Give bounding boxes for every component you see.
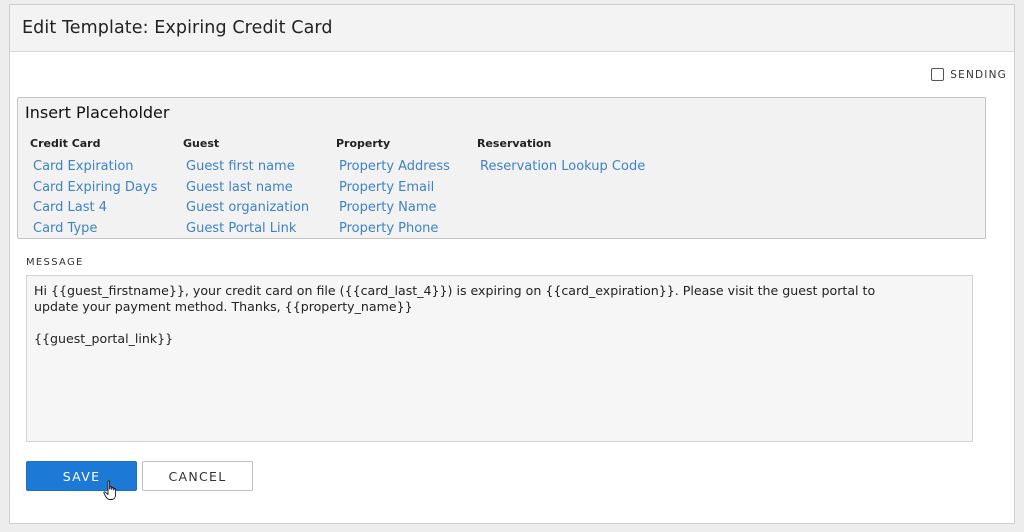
sending-toggle[interactable]: SENDING xyxy=(931,68,1007,81)
placeholder-link[interactable]: Card Expiring Days xyxy=(30,178,157,199)
placeholder-link[interactable]: Guest first name xyxy=(183,157,309,178)
placeholder-link[interactable]: Property Email xyxy=(336,178,450,199)
placeholder-column-credit-card: Credit Card Card Expiration Card Expirin… xyxy=(30,137,157,239)
insert-placeholder-title: Insert Placeholder xyxy=(25,103,170,122)
cancel-button[interactable]: CANCEL xyxy=(142,461,253,491)
placeholder-link[interactable]: Property Name xyxy=(336,198,450,219)
placeholder-link[interactable]: Reservation Lookup Code xyxy=(477,157,645,178)
placeholder-link[interactable]: Guest Portal Link xyxy=(183,219,309,240)
placeholder-column-guest: Guest Guest first name Guest last name G… xyxy=(183,137,309,239)
placeholder-link[interactable]: Property Phone xyxy=(336,219,450,240)
placeholder-column-reservation: Reservation Reservation Lookup Code xyxy=(477,137,645,178)
placeholder-link[interactable]: Guest last name xyxy=(183,178,309,199)
sending-checkbox[interactable] xyxy=(931,68,945,81)
message-textarea[interactable]: Hi {{guest_firstname}}, your credit card… xyxy=(26,275,973,442)
column-heading: Property xyxy=(336,137,391,150)
column-heading: Reservation xyxy=(477,137,552,150)
save-button[interactable]: SAVE xyxy=(26,461,137,491)
placeholder-link[interactable]: Guest organization xyxy=(183,198,309,219)
page-title: Edit Template: Expiring Credit Card xyxy=(22,18,333,38)
placeholder-link[interactable]: Card Last 4 xyxy=(30,198,157,219)
panel-header: Edit Template: Expiring Credit Card xyxy=(10,5,1014,52)
placeholder-column-property: Property Property Address Property Email… xyxy=(336,137,450,239)
placeholder-link[interactable]: Property Address xyxy=(336,157,450,178)
placeholder-link[interactable]: Card Type xyxy=(30,219,157,240)
placeholder-link[interactable]: Card Expiration xyxy=(30,157,157,178)
column-heading: Credit Card xyxy=(30,137,101,150)
edit-template-panel: Edit Template: Expiring Credit Card xyxy=(9,4,1015,524)
sending-label: SENDING xyxy=(950,68,1007,81)
message-label: MESSAGE xyxy=(26,257,84,268)
insert-placeholder-box: Insert Placeholder Credit Card Card Expi… xyxy=(17,97,986,239)
column-heading: Guest xyxy=(183,137,220,150)
